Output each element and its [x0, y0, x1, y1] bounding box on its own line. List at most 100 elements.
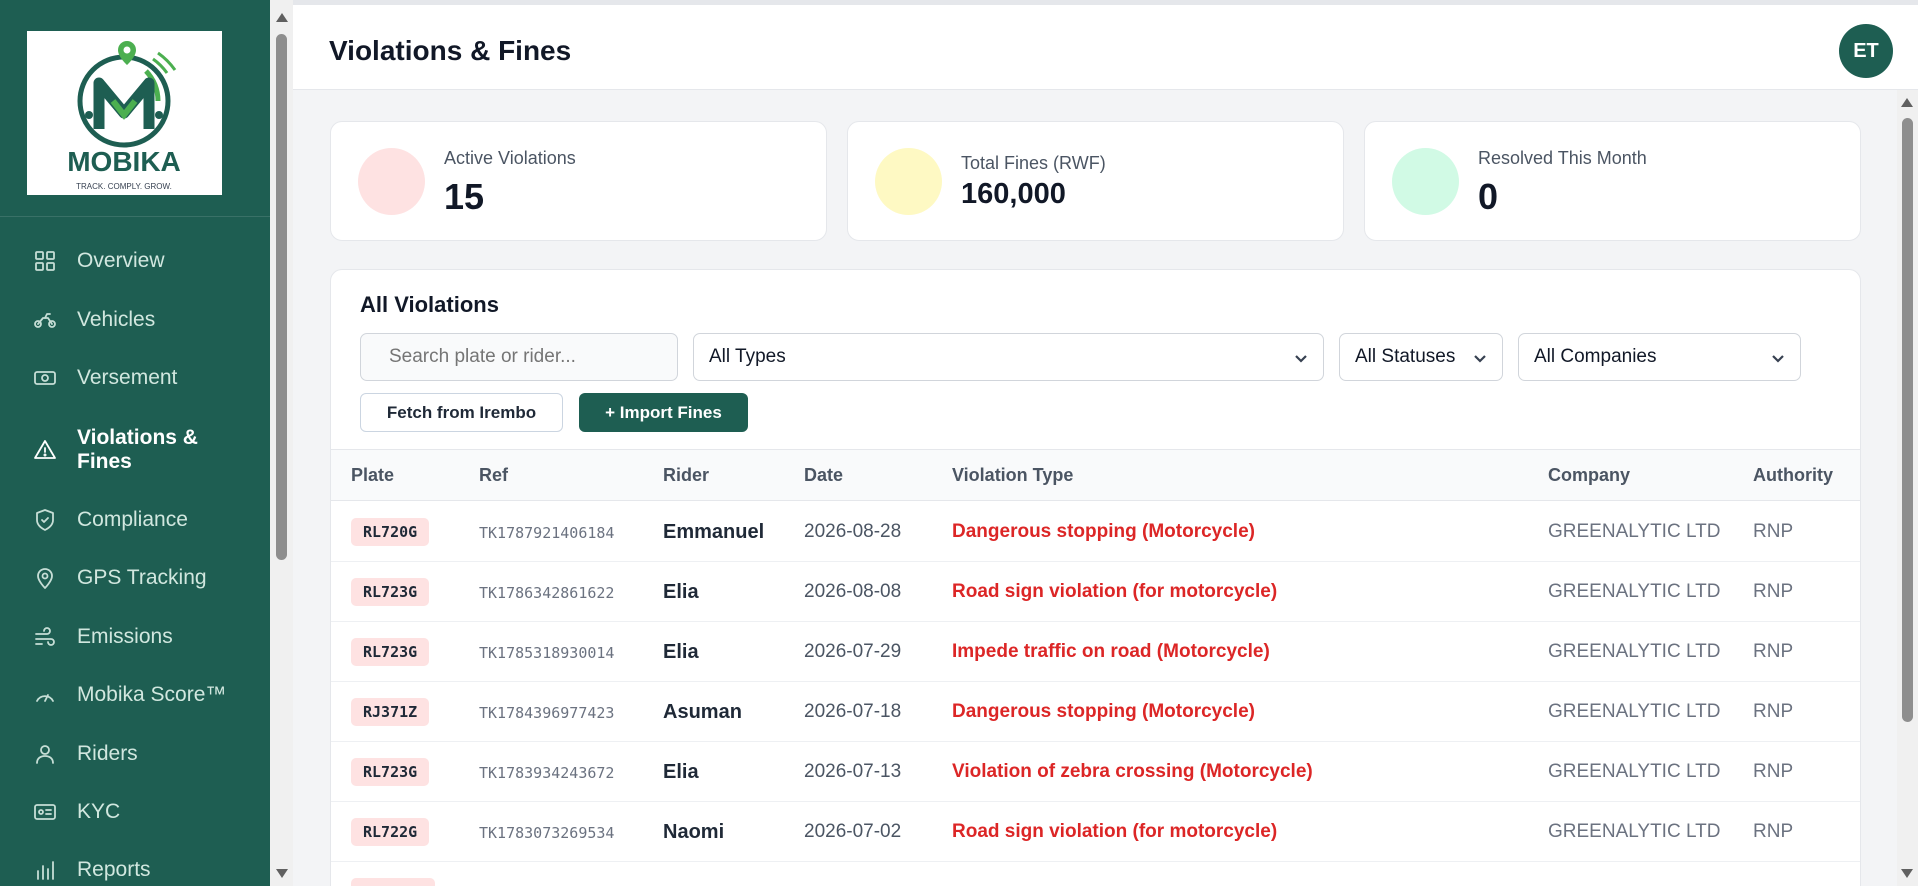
- authority-cell: RNP: [1753, 821, 1794, 842]
- stat-card-total-fines: Total Fines (RWF) 160,000: [847, 121, 1344, 241]
- sidebar-item-violations-fines[interactable]: Violations & Fines: [0, 422, 270, 478]
- sidebar-item-label: Riders: [77, 742, 138, 765]
- violation-type-cell: Violation of zebra crossing (Motorcycle): [952, 761, 1313, 782]
- search-input[interactable]: [360, 333, 678, 381]
- svg-text:TRACK. COMPLY. GROW.: TRACK. COMPLY. GROW.: [76, 182, 172, 191]
- rider-cell: Elia: [663, 761, 699, 783]
- stat-indicator-circle: [875, 148, 942, 215]
- rider-cell: Emmanuel: [663, 521, 765, 543]
- company-cell: GREENALYTIC LTD: [1548, 641, 1721, 662]
- sidebar-item-label: Versement: [77, 366, 178, 389]
- stat-indicator-circle: [358, 148, 425, 215]
- ref-cell: TK1783073269534: [479, 824, 615, 842]
- scrollbar-thumb[interactable]: [1902, 118, 1913, 722]
- type-filter-select[interactable]: All Types: [693, 333, 1324, 381]
- wind-icon: [32, 624, 58, 650]
- sidebar-item-label: Compliance: [77, 508, 188, 531]
- bar-chart-icon: [32, 857, 58, 883]
- scrollbar-thumb[interactable]: [276, 34, 287, 560]
- violation-type-cell: Impede traffic on road (Motorcycle): [952, 641, 1270, 662]
- table-header: Plate Ref Rider Date Violation Type Comp…: [331, 449, 1860, 501]
- table-row[interactable]: RL723G TK1783934243672 Elia 2026-07-13 V…: [331, 742, 1860, 802]
- page-header: Violations & Fines ET: [293, 5, 1918, 90]
- sidebar-item-label: Emissions: [77, 625, 173, 648]
- scroll-up-arrow-icon[interactable]: [276, 13, 288, 22]
- fetch-from-irembo-button[interactable]: Fetch from Irembo: [360, 393, 563, 432]
- sidebar-item-vehicles[interactable]: Vehicles: [0, 300, 270, 340]
- sidebar-item-mobika-score[interactable]: Mobika Score™: [0, 675, 270, 715]
- sidebar-scrollbar[interactable]: [270, 0, 293, 886]
- authority-cell: RNP: [1753, 581, 1794, 602]
- column-header-company: Company: [1548, 465, 1631, 485]
- status-filter-select[interactable]: All Statuses: [1339, 333, 1503, 381]
- plate-badge: RL723G: [351, 758, 430, 786]
- sidebar-item-gps-tracking[interactable]: GPS Tracking: [0, 558, 270, 598]
- scroll-down-arrow-icon[interactable]: [1901, 869, 1913, 878]
- rider-cell: Naomi: [663, 821, 725, 843]
- type-filter-value: All Types: [709, 346, 786, 367]
- panel-title: All Violations: [360, 292, 499, 317]
- stat-label: Total Fines (RWF): [961, 153, 1106, 173]
- sidebar-item-kyc[interactable]: KYC: [0, 792, 270, 832]
- date-cell: 2026-08-28: [804, 521, 902, 542]
- scroll-up-arrow-icon[interactable]: [1901, 98, 1913, 107]
- authority-cell: RNP: [1753, 761, 1794, 782]
- sidebar: MOBIKA TRACK. COMPLY. GROW. Overview Veh…: [0, 0, 270, 886]
- stat-label: Resolved This Month: [1478, 148, 1647, 168]
- mobika-logo: MOBIKA TRACK. COMPLY. GROW.: [27, 31, 222, 195]
- sidebar-item-label: Reports: [77, 858, 151, 881]
- company-filter-select[interactable]: All Companies: [1518, 333, 1801, 381]
- company-cell: GREENALYTIC LTD: [1548, 761, 1721, 782]
- sidebar-divider: [0, 216, 270, 217]
- company-cell: GREENALYTIC LTD: [1548, 521, 1721, 542]
- plate-badge: RJ371Z: [351, 698, 430, 726]
- date-cell: 2026-07-13: [804, 761, 902, 782]
- shield-check-icon: [32, 507, 58, 533]
- rider-cell: Elia: [663, 581, 699, 603]
- column-header-authority: Authority: [1753, 465, 1833, 485]
- violation-type-cell: Road sign violation (for motorcycle): [952, 821, 1278, 842]
- rider-cell: Elia: [663, 641, 699, 663]
- id-card-icon: [32, 799, 58, 825]
- plate-badge: RL723G: [351, 638, 430, 666]
- stat-indicator-circle: [1392, 148, 1459, 215]
- column-header-plate: Plate: [351, 465, 395, 485]
- ref-cell: TK1786342861622: [479, 584, 615, 602]
- sidebar-item-riders[interactable]: Riders: [0, 734, 270, 774]
- status-filter-value: All Statuses: [1355, 346, 1456, 367]
- chevron-down-icon: [1472, 350, 1488, 366]
- table-row[interactable]: RL720G TK1787921406184 Emmanuel 2026-08-…: [331, 502, 1860, 562]
- cash-icon: [32, 365, 58, 391]
- table-row[interactable]: RL723G TK1785318930014 Elia 2026-07-29 I…: [331, 622, 1860, 682]
- column-header-rider: Rider: [663, 465, 710, 485]
- rider-cell: Asuman: [663, 701, 742, 723]
- company-cell: GREENALYTIC LTD: [1548, 701, 1721, 722]
- avatar[interactable]: ET: [1839, 24, 1893, 78]
- table-row[interactable]: [331, 862, 1860, 886]
- sidebar-item-reports[interactable]: Reports: [0, 850, 270, 886]
- scroll-down-arrow-icon[interactable]: [276, 869, 288, 878]
- sidebar-item-label: GPS Tracking: [77, 566, 207, 589]
- map-pin-icon: [32, 565, 58, 591]
- stat-label: Active Violations: [444, 148, 576, 168]
- authority-cell: RNP: [1753, 701, 1794, 722]
- date-cell: 2026-07-18: [804, 701, 902, 722]
- table-row[interactable]: RL722G TK1783073269534 Naomi 2026-07-02 …: [331, 802, 1860, 862]
- sidebar-item-overview[interactable]: Overview: [0, 241, 270, 281]
- plate-badge: RL722G: [351, 818, 430, 846]
- table-row[interactable]: RJ371Z TK1784396977423 Asuman 2026-07-18…: [331, 682, 1860, 742]
- import-fines-button[interactable]: + Import Fines: [579, 393, 748, 432]
- motorcycle-icon: [32, 307, 58, 333]
- gauge-icon: [32, 682, 58, 708]
- violation-type-cell: Dangerous stopping (Motorcycle): [952, 701, 1255, 722]
- ref-cell: TK1785318930014: [479, 644, 615, 662]
- sidebar-item-versement[interactable]: Versement: [0, 358, 270, 398]
- stat-card-active-violations: Active Violations 15: [330, 121, 827, 241]
- company-filter-value: All Companies: [1534, 346, 1657, 367]
- table-row[interactable]: RL723G TK1786342861622 Elia 2026-08-08 R…: [331, 562, 1860, 622]
- sidebar-item-emissions[interactable]: Emissions: [0, 617, 270, 657]
- sidebar-item-compliance[interactable]: Compliance: [0, 500, 270, 540]
- sidebar-item-label: Violations & Fines: [77, 426, 198, 473]
- sidebar-item-label: Vehicles: [77, 308, 156, 331]
- main-scrollbar[interactable]: [1897, 90, 1918, 886]
